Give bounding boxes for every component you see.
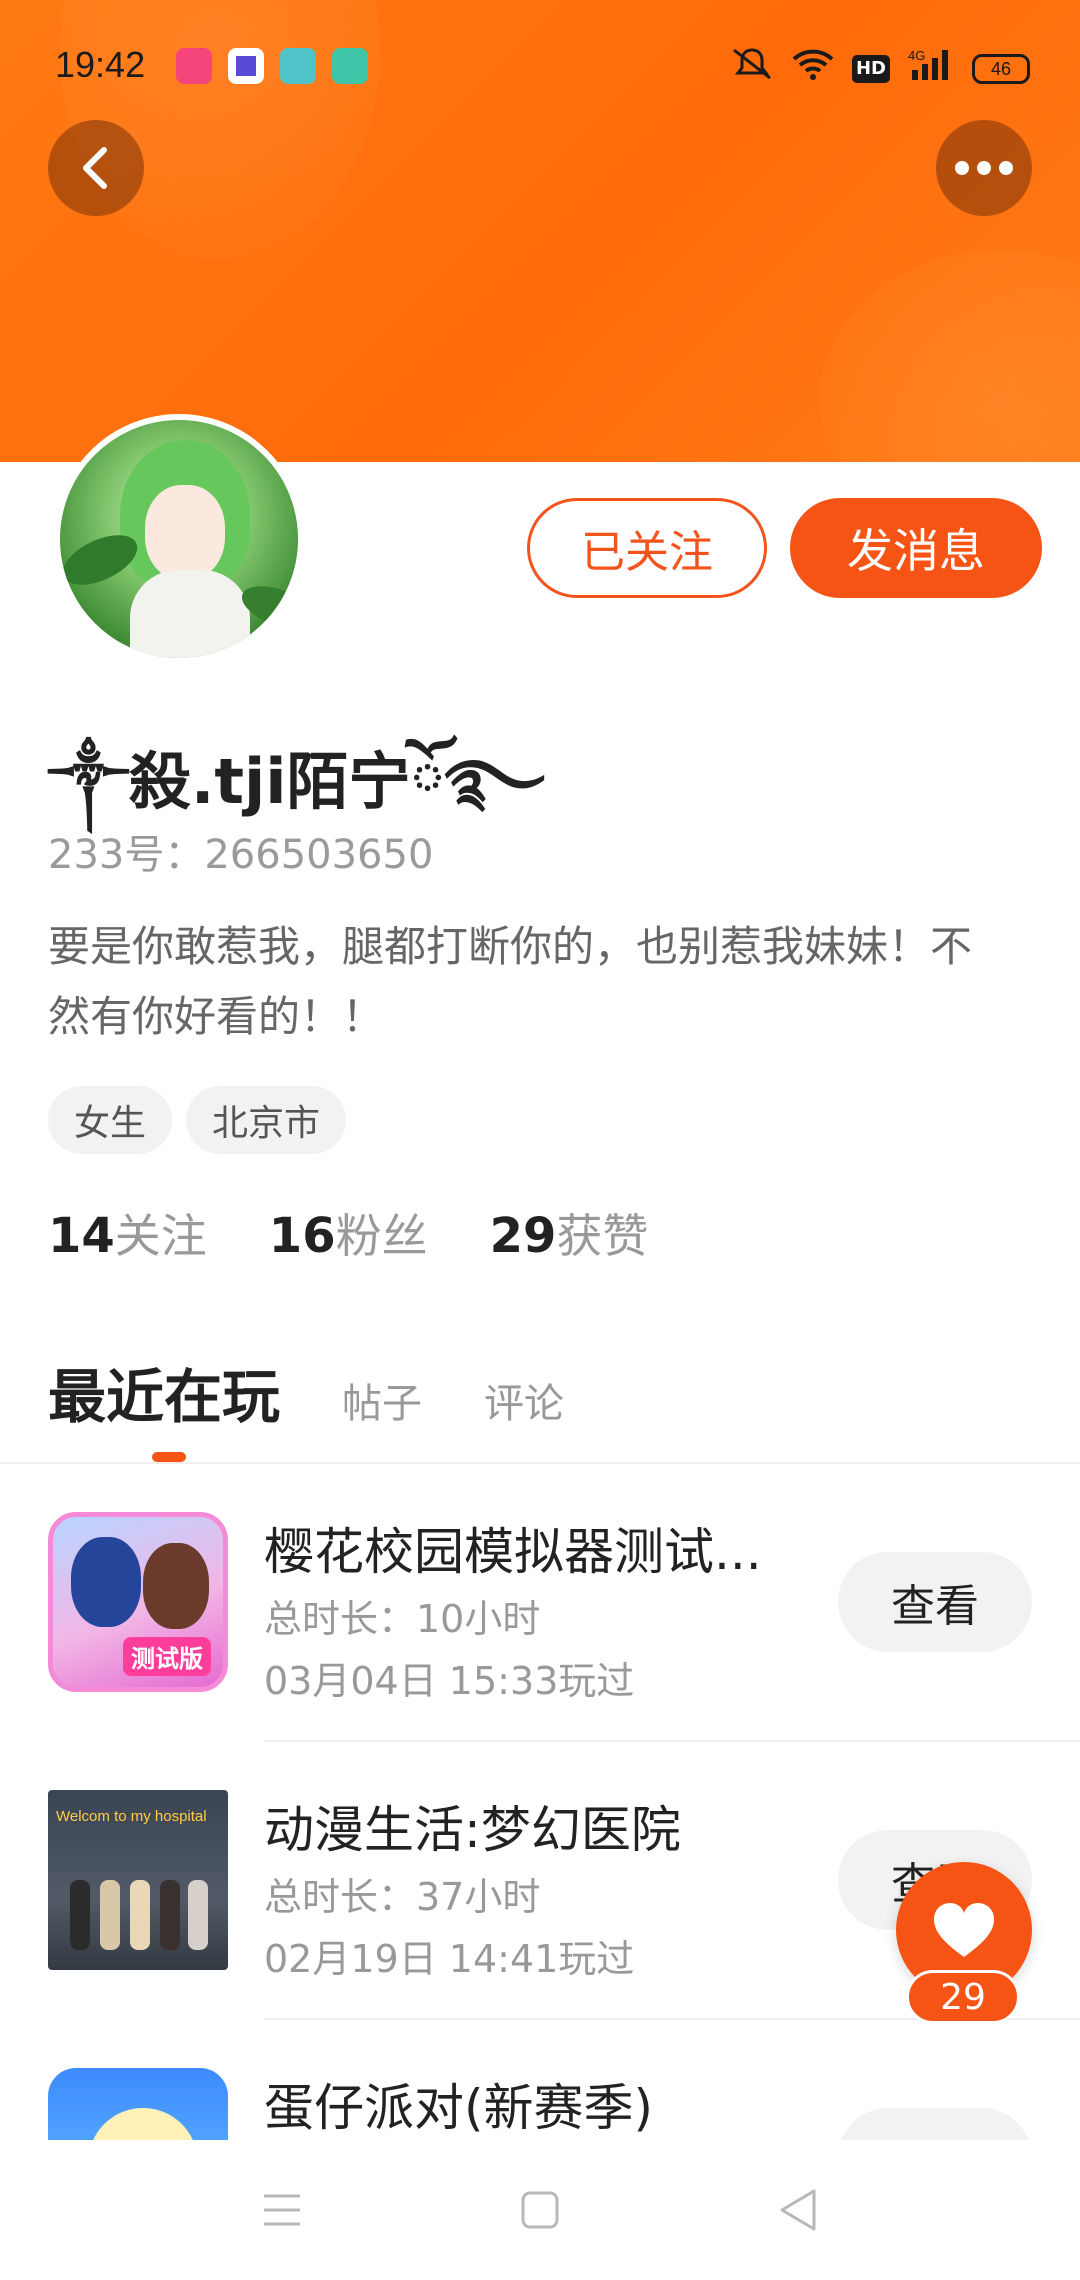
- more-dots-icon: [955, 161, 1013, 175]
- likes-stat: 29 获赞: [490, 1200, 649, 1266]
- back-button[interactable]: [48, 120, 144, 216]
- send-message-button[interactable]: 发消息: [790, 498, 1042, 598]
- profile-tags: 女生 北京市: [48, 1086, 347, 1154]
- following-button[interactable]: 已关注: [527, 498, 767, 598]
- square-icon: [521, 2191, 559, 2229]
- hd-icon: HD: [851, 54, 890, 83]
- home-nav-button[interactable]: [510, 2180, 570, 2240]
- stat-label: 获赞: [556, 1209, 649, 1263]
- heart-icon: [934, 1903, 994, 1957]
- video-app-icon: [176, 48, 212, 84]
- stat-number: 29: [489, 1208, 557, 1264]
- user-id: 233号：266503650: [48, 832, 434, 878]
- profile-stats: 14 关注 16 粉丝 29 获赞: [48, 1200, 648, 1266]
- wifi-icon: [792, 47, 834, 90]
- game-icon: 测试版: [48, 1512, 228, 1692]
- triangle-back-icon: [780, 2189, 816, 2231]
- tab-indicator: [152, 1452, 186, 1462]
- list-item[interactable]: 测试版 樱花校园模拟器测试... 总时长：10小时 03月04日 15:33玩过…: [0, 1464, 1080, 1742]
- view-button[interactable]: 查看: [838, 1552, 1032, 1652]
- stat-label: 关注: [114, 1209, 207, 1263]
- location-tag: 北京市: [186, 1086, 347, 1154]
- game-duration: 总时长：37小时: [264, 1875, 541, 1919]
- status-indicators: HD 4G 46: [730, 46, 1030, 91]
- status-time: 19:42: [55, 44, 146, 85]
- game-last-played: 03月04日 15:33玩过: [264, 1659, 635, 1703]
- tab-recently-played[interactable]: 最近在玩: [48, 1350, 280, 1434]
- gallery-app-icon: [280, 48, 316, 84]
- stat-number: 16: [268, 1208, 336, 1264]
- tab-comments[interactable]: 评论: [484, 1371, 564, 1429]
- banner-decoration: [820, 250, 1080, 462]
- game-title: 樱花校园模拟器测试...: [264, 1523, 762, 1581]
- message-app-icon: [332, 48, 368, 84]
- bio: 要是你敢惹我，腿都打断你的，也别惹我妹妹！不然有你好看的！！: [48, 922, 973, 1041]
- battery-icon: 46: [972, 53, 1030, 84]
- chevron-left-icon: [83, 147, 107, 189]
- menu-icon: [264, 2194, 300, 2226]
- gender-tag: 女生: [48, 1086, 173, 1154]
- stat-number: 14: [48, 1208, 115, 1264]
- following-stat[interactable]: 14 关注: [48, 1200, 207, 1266]
- status-bar: 19:42 HD 4G 46: [0, 0, 1080, 130]
- game-icon-caption: Welcom to my hospital: [56, 1808, 207, 1825]
- more-button[interactable]: [936, 120, 1032, 216]
- like-count: 29: [906, 1970, 1020, 2024]
- game-title: 蛋仔派对(新赛季): [264, 2079, 654, 2137]
- signal-icon: 4G: [908, 46, 954, 91]
- avatar[interactable]: [54, 414, 304, 664]
- mute-icon: [730, 46, 774, 91]
- network-type: 4G: [908, 48, 925, 63]
- followers-stat[interactable]: 16 粉丝: [269, 1200, 428, 1266]
- chat-app-icon: [228, 48, 264, 84]
- stat-label: 粉丝: [335, 1209, 428, 1263]
- game-title: 动漫生活:梦幻医院: [264, 1801, 681, 1859]
- menu-nav-button[interactable]: [252, 2180, 312, 2240]
- game-duration: 总时长：10小时: [264, 1597, 541, 1641]
- game-last-played: 02月19日 14:41玩过: [264, 1937, 635, 1981]
- back-nav-button[interactable]: [768, 2180, 828, 2240]
- test-version-badge: 测试版: [123, 1637, 211, 1676]
- tab-posts[interactable]: 帖子: [342, 1371, 422, 1429]
- profile-tabs: 最近在玩 帖子 评论: [48, 1350, 564, 1434]
- game-icon: Welcom to my hospital: [48, 1790, 228, 1970]
